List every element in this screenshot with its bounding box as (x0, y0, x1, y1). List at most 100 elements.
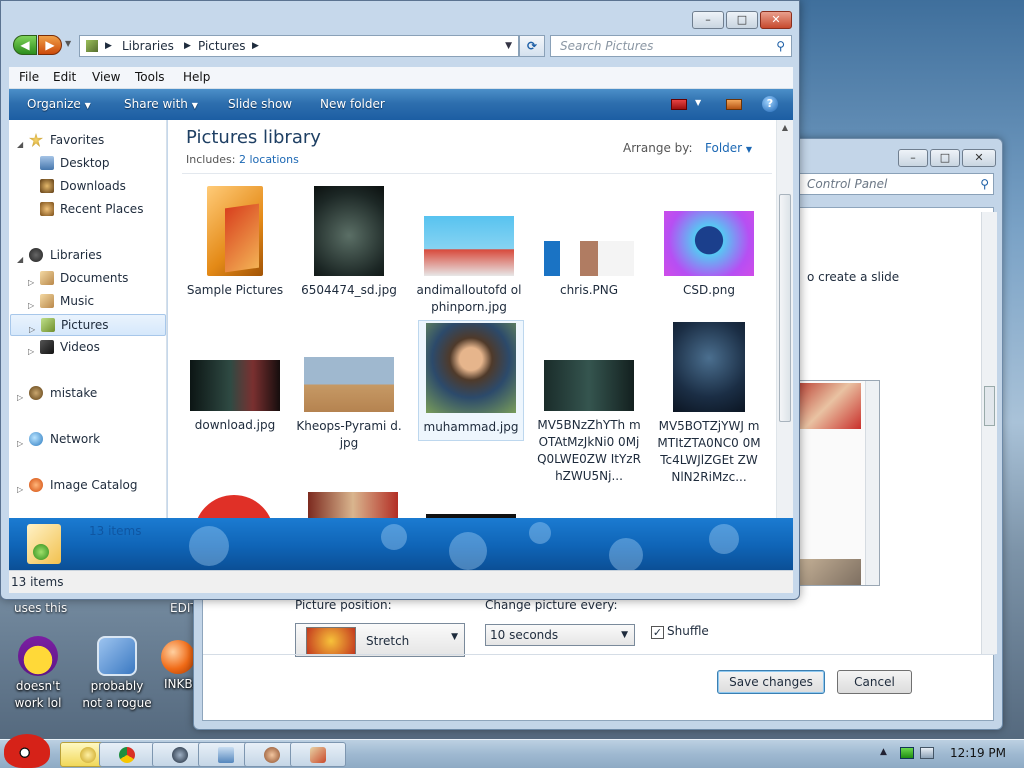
tray-expand-icon[interactable]: ▲ (880, 747, 887, 757)
file-item[interactable]: 6504474_sd.jpg (296, 186, 402, 299)
search-icon[interactable]: ⚲ (776, 36, 785, 56)
file-list[interactable]: Pictures library Includes: 2 locations A… (168, 120, 793, 535)
explorer-window[interactable]: – □ ✕ ◀ ▶ ▼ ▶ Libraries ▶ Pictures ▶ ▼ ⟳… (0, 0, 800, 600)
scroll-thumb[interactable] (779, 194, 791, 422)
nav-music[interactable]: ▷ Music (9, 291, 167, 313)
expand-arrow-icon[interactable]: ▷ (17, 388, 23, 408)
maximize-button[interactable]: □ (726, 11, 758, 29)
picture-position-select[interactable]: Stretch ▼ (295, 623, 465, 657)
file-item[interactable]: Kheops-Pyrami d.jpg (296, 357, 402, 452)
search-icon[interactable]: ⚲ (980, 174, 989, 194)
nav-downloads[interactable]: Downloads (9, 176, 167, 198)
search-input[interactable]: Search Pictures ⚲ (550, 35, 792, 57)
chevron-down-icon[interactable]: ▼ (505, 36, 512, 56)
picture-thumb-koala[interactable] (793, 559, 861, 585)
view-options-icon[interactable] (671, 99, 687, 110)
image-thumbnail[interactable] (308, 492, 398, 518)
nav-pictures[interactable]: ▷ Pictures (10, 314, 166, 336)
scroll-up-icon[interactable]: ▲ (777, 120, 793, 136)
menu-help[interactable]: Help (183, 70, 210, 84)
pictures-icon (41, 318, 55, 332)
picture-list-scrollbar[interactable] (865, 381, 879, 585)
back-button[interactable]: ◀ (13, 35, 37, 55)
folder-icon (80, 747, 96, 763)
forward-button[interactable]: ▶ (38, 35, 62, 55)
volume-tray-icon[interactable] (920, 747, 934, 759)
chevron-down-icon[interactable]: ▼ (695, 98, 701, 107)
taskbar-app-button[interactable] (290, 742, 346, 767)
save-changes-button[interactable]: Save changes (717, 670, 825, 694)
yahoo-messenger-icon (18, 636, 58, 676)
menu-file[interactable]: File (19, 70, 39, 84)
maximize-button[interactable]: □ (930, 149, 960, 167)
clock[interactable]: 12:19 PM (950, 746, 1006, 760)
breadcrumb-arrow-icon[interactable]: ▶ (252, 36, 259, 56)
nav-mistake[interactable]: ▷ mistake (9, 383, 167, 405)
menu-view[interactable]: View (92, 70, 120, 84)
library-icon (86, 40, 98, 52)
nav-network[interactable]: ▷ Network (9, 429, 167, 451)
preview-pane-icon[interactable] (726, 99, 742, 110)
new-folder-button[interactable]: New folder (320, 97, 385, 111)
expand-arrow-icon[interactable]: ▷ (17, 434, 23, 454)
file-list-scrollbar[interactable]: ▲ (776, 120, 793, 518)
close-button[interactable]: ✕ (962, 149, 996, 167)
expand-arrow-icon[interactable]: ▷ (28, 342, 34, 362)
file-item[interactable]: Sample Pictures (182, 186, 288, 299)
shuffle-checkbox[interactable]: ✓ (651, 626, 664, 639)
slide-show-button[interactable]: Slide show (228, 97, 292, 111)
file-item[interactable]: MV5BNzZhYTh mOTAtMzJkNi0 0MjQ0LWE0ZW ItY… (536, 360, 642, 485)
nav-videos[interactable]: ▷ Videos (9, 337, 167, 359)
nav-image-catalog[interactable]: ▷ Image Catalog (9, 475, 167, 497)
includes-locations-link[interactable]: 2 locations (239, 153, 299, 166)
expand-arrow-icon[interactable]: ▷ (17, 480, 23, 500)
desktop-icon-probably[interactable]: probably not a rogue (80, 636, 154, 712)
file-item[interactable]: andimalloutofd olphinporn.jpg (416, 216, 522, 316)
refresh-icon[interactable]: ⟳ (519, 35, 545, 57)
control-panel-search[interactable]: Control Panel ⚲ (794, 173, 994, 195)
nav-desktop[interactable]: Desktop (9, 153, 167, 175)
desktop-icon-yahoo[interactable]: doesn't work lol (1, 636, 75, 712)
nav-libraries[interactable]: ◢ Libraries (9, 245, 167, 267)
image-thumbnail (664, 211, 754, 276)
nav-documents[interactable]: ▷ Documents (9, 268, 167, 290)
arrange-by-dropdown[interactable]: Folder ▼ (705, 141, 752, 155)
file-item[interactable]: download.jpg (182, 360, 288, 434)
cancel-button[interactable]: Cancel (837, 670, 912, 694)
control-panel-scrollbar[interactable] (981, 212, 997, 654)
expand-arrow-icon[interactable]: ▷ (28, 273, 34, 293)
network-tray-icon[interactable] (900, 747, 914, 759)
nav-label: Favorites (50, 133, 105, 147)
start-button-angry-bird-icon[interactable] (4, 734, 50, 768)
minimize-button[interactable]: – (898, 149, 928, 167)
help-icon[interactable]: ? (762, 96, 778, 112)
nav-favorites[interactable]: ◢ Favorites (9, 130, 167, 152)
change-picture-select[interactable]: 10 seconds ▼ (485, 624, 635, 646)
collapse-arrow-icon[interactable]: ◢ (17, 135, 23, 155)
organize-button[interactable]: Organize ▼ (27, 97, 91, 111)
breadcrumb-arrow-icon[interactable]: ▶ (184, 36, 191, 56)
expand-arrow-icon[interactable]: ▷ (28, 296, 34, 316)
file-item-selected[interactable]: muhammad.jpg (418, 320, 524, 441)
menu-tools[interactable]: Tools (135, 70, 165, 84)
picture-thumb-santa[interactable] (793, 383, 861, 429)
breadcrumb-pictures[interactable]: Pictures (198, 36, 246, 56)
picture-list[interactable] (788, 380, 880, 586)
share-with-button[interactable]: Share with ▼ (124, 97, 198, 111)
breadcrumb-libraries[interactable]: Libraries (122, 36, 174, 56)
nav-label: Libraries (50, 248, 102, 262)
file-item[interactable]: CSD.png (656, 211, 762, 299)
image-thumbnail (424, 216, 514, 276)
menu-edit[interactable]: Edit (53, 70, 76, 84)
nav-recent-places[interactable]: Recent Places (9, 199, 167, 221)
taskbar-chrome-button[interactable] (99, 742, 155, 767)
minimize-button[interactable]: – (692, 11, 724, 29)
breadcrumb-arrow-icon[interactable]: ▶ (105, 36, 112, 56)
file-item[interactable]: MV5BOTZjYWJ mMTItZTA0NC0 0MTc4LWJlZGEt Z… (656, 322, 762, 486)
collapse-arrow-icon[interactable]: ◢ (17, 250, 23, 270)
recent-pages-icon[interactable]: ▼ (65, 39, 71, 48)
address-bar[interactable]: ▶ Libraries ▶ Pictures ▶ ▼ (79, 35, 519, 57)
file-name: 6504474_sd.jpg (301, 283, 397, 297)
close-button[interactable]: ✕ (760, 11, 792, 29)
file-item[interactable]: chris.PNG (536, 241, 642, 299)
